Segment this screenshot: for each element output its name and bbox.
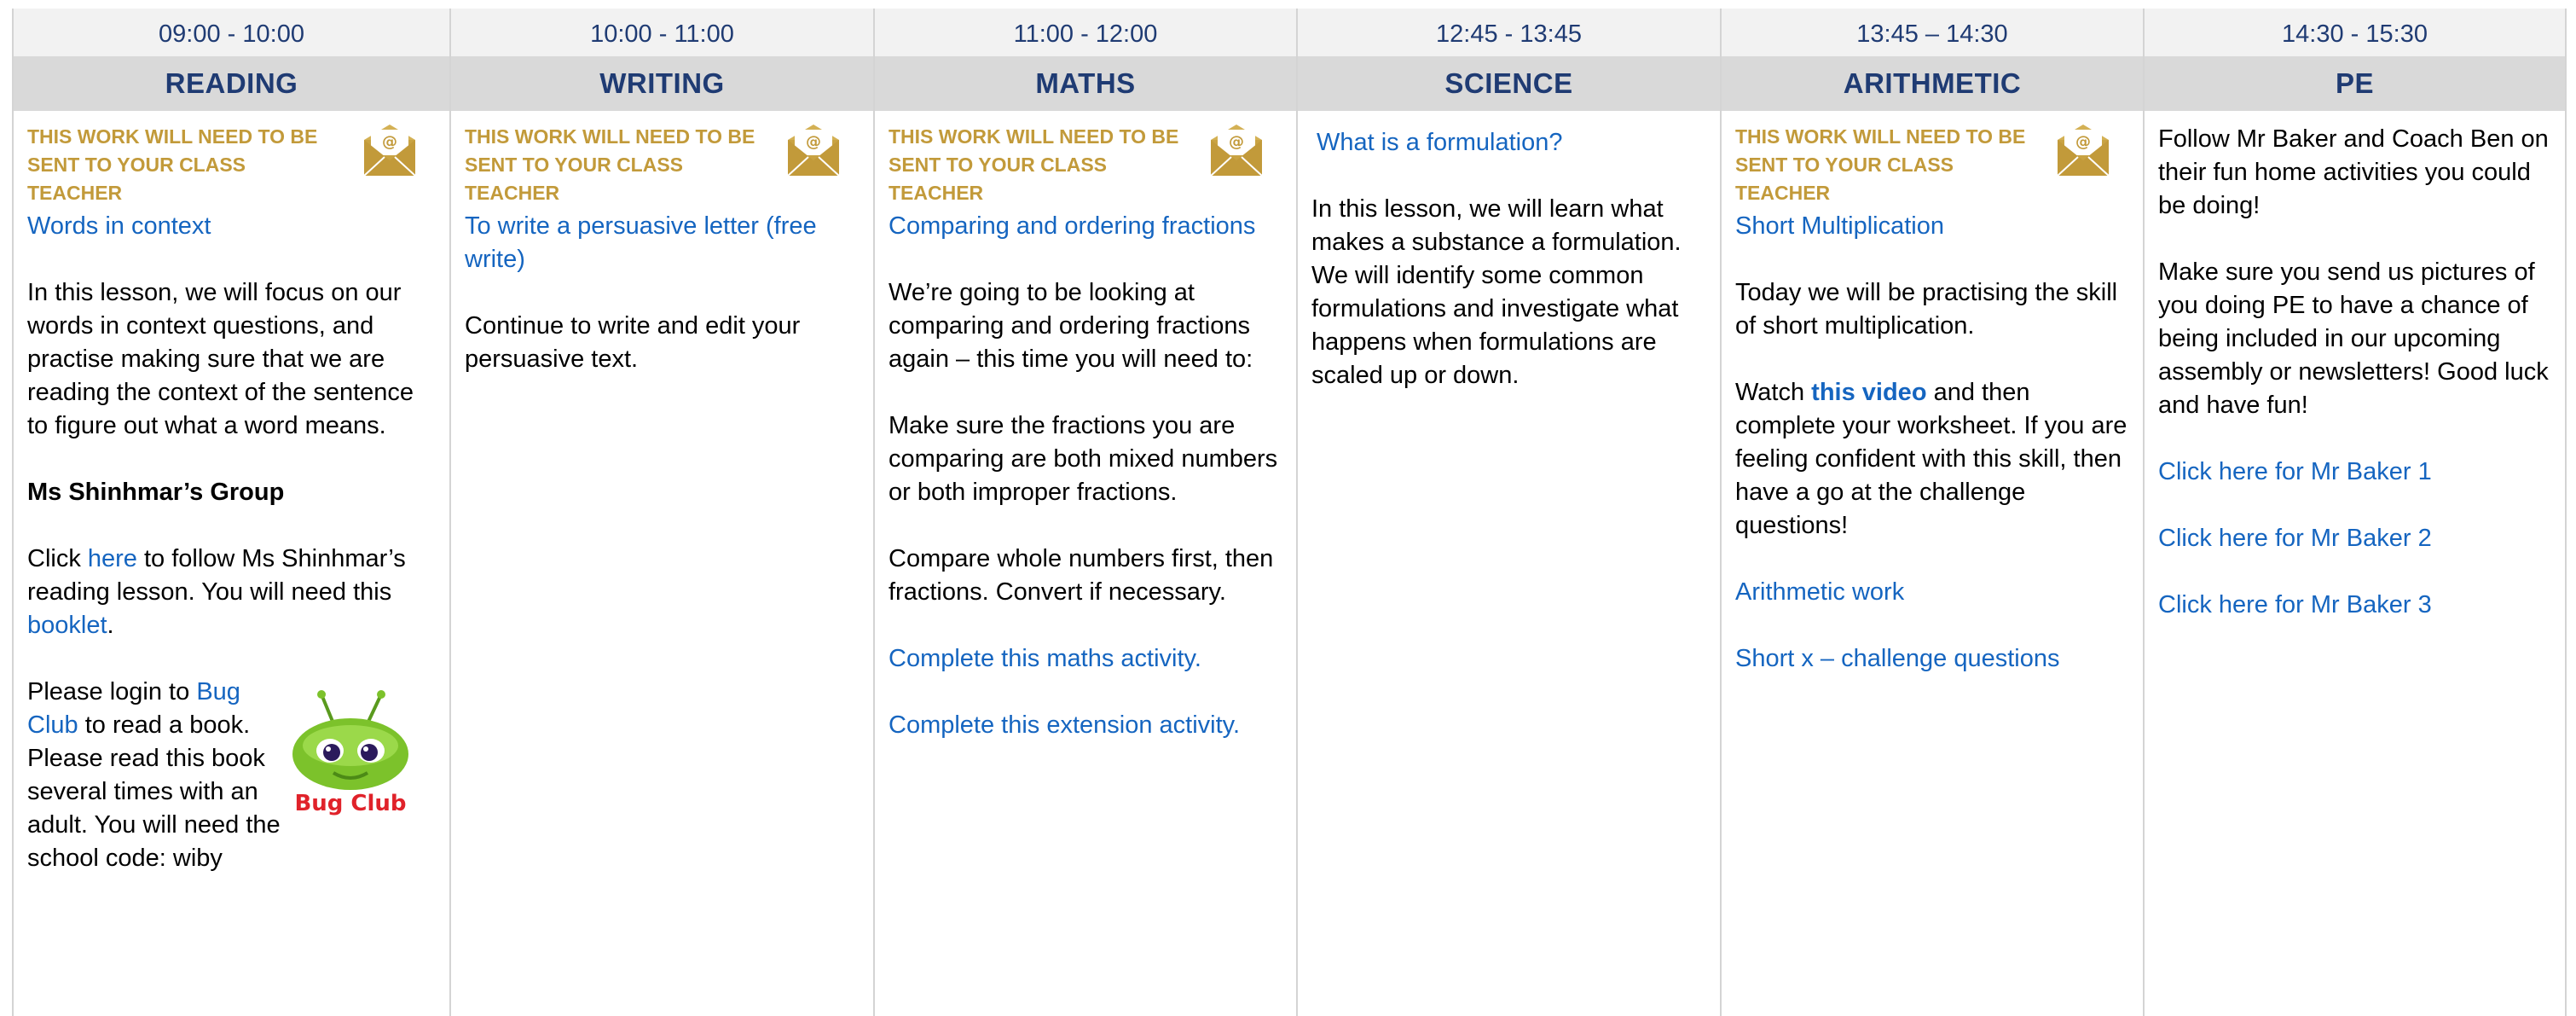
reading-intro: In this lesson, we will focus on our wor… (27, 279, 414, 439)
mr-baker-1-link[interactable]: Click here for Mr Baker 1 (2158, 456, 2553, 489)
reading-instructions: Click here to follow Ms Shinhmar’s readi… (27, 543, 437, 642)
mr-baker-3-link[interactable]: Click here for Mr Baker 3 (2158, 589, 2553, 622)
maths-p3: Compare whole numbers first, then fracti… (889, 545, 1274, 606)
time-slot-arithmetic: 13:45 – 14:30 (1722, 9, 2145, 56)
send-to-teacher-notice: THIS WORK WILL NEED TO BE SENT TO YOUR C… (465, 123, 861, 204)
bug-club-section: Please login to Bug Club to read a book.… (27, 676, 437, 875)
bug-club-instructions: Please login to Bug Club to read a book.… (27, 676, 296, 875)
svg-text:@: @ (2075, 133, 2091, 151)
mr-baker-2-link[interactable]: Click here for Mr Baker 2 (2158, 522, 2553, 555)
login-prefix: Please login to (27, 678, 197, 705)
reading-column: THIS WORK WILL NEED TO BE SENT TO YOUR C… (14, 111, 451, 1016)
comparing-fractions-link[interactable]: Comparing and ordering fractions (889, 210, 1284, 243)
svg-text:@: @ (1229, 133, 1244, 151)
subject-heading-pe: PE (2145, 56, 2567, 111)
subject-heading-arithmetic: ARITHMETIC (1722, 56, 2145, 111)
persuasive-letter-link[interactable]: To write a persuasive letter (free write… (465, 210, 861, 276)
send-notice-text: THIS WORK WILL NEED TO BE SENT TO YOUR C… (465, 125, 755, 204)
arithmetic-work-link[interactable]: Arithmetic work (1735, 576, 2131, 609)
pe-p1: Follow Mr Baker and Coach Ben on their f… (2158, 125, 2549, 219)
subject-heading-reading: READING (14, 56, 451, 111)
subject-heading-maths: MATHS (875, 56, 1298, 111)
send-to-teacher-notice: THIS WORK WILL NEED TO BE SENT TO YOUR C… (1735, 123, 2131, 204)
subject-heading-writing: WRITING (451, 56, 875, 111)
pe-p2: Make sure you send us pictures of you do… (2158, 258, 2549, 419)
science-column: What is a formulation? In this lesson, w… (1298, 111, 1722, 1016)
bug-club-logo: Bug Club (292, 690, 408, 816)
subject-heading-science: SCIENCE (1298, 56, 1722, 111)
click-suffix: . (107, 612, 114, 639)
challenge-questions-link[interactable]: Short x – challenge questions (1735, 642, 2131, 676)
group-heading: Ms Shinhmar’s Group (27, 479, 285, 506)
svg-text:@: @ (382, 133, 397, 151)
time-slot-reading: 09:00 - 10:00 (14, 9, 451, 56)
booklet-link[interactable]: booklet (27, 612, 107, 639)
time-slot-writing: 10:00 - 11:00 (451, 9, 875, 56)
envelope-at-icon: @ (787, 125, 840, 177)
send-notice-text: THIS WORK WILL NEED TO BE SENT TO YOUR C… (889, 125, 1179, 204)
writing-body: Continue to write and edit your persuasi… (465, 312, 801, 373)
maths-p2: Make sure the fractions you are comparin… (889, 412, 1278, 506)
extension-activity-link[interactable]: Complete this extension activity. (889, 709, 1284, 742)
here-link[interactable]: here (88, 545, 137, 572)
envelope-at-icon: @ (2057, 125, 2110, 177)
arithmetic-watch: Watch this video and then complete your … (1735, 376, 2131, 543)
envelope-at-icon: @ (1210, 125, 1263, 177)
maths-p1: We’re going to be looking at comparing a… (889, 279, 1253, 373)
maths-activity-link[interactable]: Complete this maths activity. (889, 642, 1284, 676)
arithmetic-p1: Today we will be practising the skill of… (1735, 279, 2118, 340)
send-notice-text: THIS WORK WILL NEED TO BE SENT TO YOUR C… (1735, 125, 2026, 204)
pe-column: Follow Mr Baker and Coach Ben on their f… (2145, 111, 2567, 1016)
bug-club-logo-text: Bug Club (294, 791, 406, 816)
watch-prefix: Watch (1735, 379, 1812, 406)
writing-column: THIS WORK WILL NEED TO BE SENT TO YOUR C… (451, 111, 875, 1016)
short-multiplication-link[interactable]: Short Multiplication (1735, 210, 2131, 243)
science-body: In this lesson, we will learn what makes… (1311, 195, 1682, 389)
formulation-link[interactable]: What is a formulation? (1311, 126, 1708, 160)
click-prefix: Click (27, 545, 88, 572)
envelope-at-icon: @ (363, 125, 416, 177)
maths-column: THIS WORK WILL NEED TO BE SENT TO YOUR C… (875, 111, 1298, 1016)
send-notice-text: THIS WORK WILL NEED TO BE SENT TO YOUR C… (27, 125, 318, 204)
send-to-teacher-notice: THIS WORK WILL NEED TO BE SENT TO YOUR C… (27, 123, 437, 204)
timetable: 09:00 - 10:00 10:00 - 11:00 11:00 - 12:0… (12, 9, 2567, 1016)
arithmetic-column: THIS WORK WILL NEED TO BE SENT TO YOUR C… (1722, 111, 2145, 1016)
this-video-link[interactable]: this video (1811, 379, 1926, 406)
time-slot-pe: 14:30 - 15:30 (2145, 9, 2567, 56)
time-slot-maths: 11:00 - 12:00 (875, 9, 1298, 56)
time-slot-science: 12:45 - 13:45 (1298, 9, 1722, 56)
words-in-context-link[interactable]: Words in context (27, 210, 437, 243)
send-to-teacher-notice: THIS WORK WILL NEED TO BE SENT TO YOUR C… (889, 123, 1284, 204)
svg-text:@: @ (806, 133, 821, 151)
